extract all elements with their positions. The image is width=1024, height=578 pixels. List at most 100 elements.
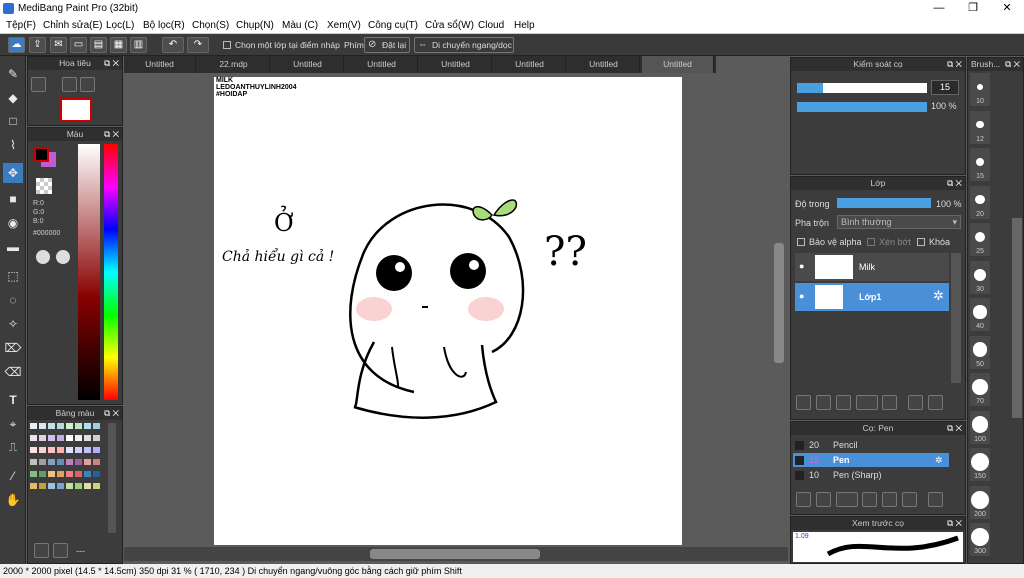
palette-scrollbar[interactable]	[108, 423, 116, 533]
palette-swatch[interactable]	[84, 483, 91, 489]
close-icon[interactable]: ⧉ ✕	[104, 57, 119, 70]
brush-size-item[interactable]: 300	[970, 523, 990, 556]
brush-size-value[interactable]: 15	[931, 80, 959, 95]
menu-tools[interactable]: Công cụ(T)	[368, 20, 418, 31]
brush-size-scrollbar[interactable]	[1012, 218, 1022, 418]
new-layer-8bit-icon[interactable]	[816, 395, 831, 410]
text-tool-icon[interactable]: T	[3, 390, 23, 410]
menu-layer[interactable]: Lọc(L)	[106, 20, 134, 31]
gear-icon[interactable]: ✲	[933, 288, 944, 304]
horizontal-scrollbar[interactable]	[124, 547, 788, 561]
folder-icon[interactable]	[882, 395, 897, 410]
hand-tool-icon[interactable]: ✋	[3, 490, 23, 510]
operation-tool-icon[interactable]: ⌖	[3, 414, 23, 434]
menu-file[interactable]: Tệp(F)	[6, 20, 36, 31]
brush-item-pen[interactable]: 15 Pen ✲	[793, 453, 949, 467]
palette-swatch[interactable]	[84, 447, 91, 453]
eraser-tool-icon[interactable]: ◆	[3, 88, 23, 108]
protect-alpha-checkbox[interactable]	[797, 238, 805, 246]
palette-swatch[interactable]	[57, 459, 64, 465]
new-palette-icon[interactable]	[34, 543, 49, 558]
tab-untitled-4[interactable]: Untitled	[346, 56, 418, 73]
brush-size-item[interactable]: 20	[970, 185, 990, 219]
maximize-button[interactable]: ❐	[956, 0, 990, 17]
palette-swatch[interactable]	[39, 435, 46, 441]
foreground-color-swatch[interactable]	[34, 147, 49, 162]
menu-cloud[interactable]: Cloud	[478, 20, 504, 31]
palette-swatch[interactable]	[66, 435, 73, 441]
blend-mode-select[interactable]: Bình thường ▾	[837, 215, 961, 229]
lasso-tool-icon[interactable]: ◌	[3, 290, 23, 310]
drawing-canvas[interactable]: MILK LEDOANTHUYLINH2004 #HOIDAP Ở Chả hi…	[214, 77, 682, 545]
brush-size-item[interactable]: 10	[970, 73, 990, 106]
palette-swatch[interactable]	[66, 471, 73, 477]
menu-color[interactable]: Màu (C)	[282, 20, 318, 31]
move-hv-button[interactable]: ⇔ Di chuyển ngang/dọc	[414, 37, 514, 53]
canvas-area[interactable]: MILK LEDOANTHUYLINH2004 #HOIDAP Ở Chả hi…	[124, 73, 788, 547]
menu-edit[interactable]: Chỉnh sửa(E)	[43, 20, 103, 31]
brush-size-item[interactable]: 50	[970, 335, 990, 369]
color-wheel-icon[interactable]	[36, 250, 50, 264]
zoom-in-icon[interactable]	[62, 77, 77, 92]
palette-swatch[interactable]	[75, 435, 82, 441]
gear-icon[interactable]: ✲	[935, 453, 943, 467]
palette-swatch[interactable]	[48, 459, 55, 465]
brush-opacity-slider[interactable]	[797, 102, 927, 112]
vertical-scrollbar-thumb[interactable]	[774, 243, 784, 363]
new-layer-icon[interactable]	[796, 395, 811, 410]
palette-swatch[interactable]	[30, 471, 37, 477]
brush-item-pen-sharp[interactable]: 10 Pen (Sharp)	[793, 468, 949, 482]
eye-icon[interactable]: ●	[799, 291, 804, 301]
layer-opacity-slider[interactable]	[837, 198, 931, 208]
eyedropper-tool-icon[interactable]: ⁄	[3, 466, 23, 486]
layer-row-milk[interactable]: ● Milk	[795, 253, 949, 281]
brush-size-item[interactable]: 30	[970, 260, 990, 294]
bucket-tool-icon[interactable]: ◉	[3, 213, 23, 233]
page-icon[interactable]: ▤	[90, 37, 107, 53]
gradient-tool-icon[interactable]: ▬	[3, 237, 23, 257]
comment-icon[interactable]: ✉	[50, 37, 67, 53]
tile-icon[interactable]: ▥	[130, 37, 147, 53]
palette-swatch[interactable]	[48, 483, 55, 489]
palette-swatch[interactable]	[66, 459, 73, 465]
duplicate-layer-icon[interactable]	[908, 395, 923, 410]
add-layer-menu-icon[interactable]	[856, 395, 878, 410]
tab-untitled-7[interactable]: Untitled	[568, 56, 640, 73]
menu-help[interactable]: Help	[514, 20, 535, 31]
lock-checkbox[interactable]	[917, 238, 925, 246]
brush-size-item[interactable]: 12	[970, 110, 990, 144]
rect-tool-icon[interactable]: □	[3, 111, 23, 131]
new-layer-1bit-icon[interactable]	[836, 395, 851, 410]
tab-untitled-3[interactable]: Untitled	[272, 56, 344, 73]
palette-swatch[interactable]	[75, 471, 82, 477]
palette-swatch[interactable]	[84, 435, 91, 441]
menu-filter[interactable]: Bộ lọc(R)	[143, 20, 185, 31]
grid-icon[interactable]: ▦	[110, 37, 127, 53]
brush-menu-icon[interactable]	[836, 492, 858, 507]
select-pen-icon[interactable]: ⌦	[3, 338, 23, 358]
palette-swatch[interactable]	[39, 483, 46, 489]
palette-swatch[interactable]	[93, 471, 100, 477]
tab-untitled-active[interactable]: Untitled	[642, 56, 714, 73]
palette-swatch[interactable]	[93, 423, 100, 429]
tab-22-mdp[interactable]: 22.mdp	[198, 56, 270, 73]
close-icon[interactable]: ⧉ ✕	[947, 177, 962, 190]
zoom-out-icon[interactable]	[31, 77, 46, 92]
brush-size-item[interactable]: 25	[970, 223, 990, 256]
tab-untitled-6[interactable]: Untitled	[494, 56, 566, 73]
palette-swatch[interactable]	[75, 459, 82, 465]
minimize-button[interactable]: —	[922, 0, 956, 17]
palette-swatch[interactable]	[39, 459, 46, 465]
palette-swatch[interactable]	[30, 423, 37, 429]
close-icon[interactable]: ⧉ ✕	[947, 517, 962, 530]
palette-swatch[interactable]	[48, 471, 55, 477]
brush-item-pencil[interactable]: 20 Pencil	[793, 438, 949, 452]
dot-tool-icon[interactable]: ⌇	[3, 135, 23, 155]
brush-size-item[interactable]: 15	[970, 148, 990, 181]
close-icon[interactable]: ⧉ ✕	[1005, 58, 1020, 71]
menu-capture[interactable]: Chụp(N)	[236, 20, 274, 31]
palette-swatch[interactable]	[93, 459, 100, 465]
palette-swatch[interactable]	[30, 435, 37, 441]
color-wheel-alt-icon[interactable]	[56, 250, 70, 264]
divide-tool-icon[interactable]: ⎍	[3, 437, 23, 457]
